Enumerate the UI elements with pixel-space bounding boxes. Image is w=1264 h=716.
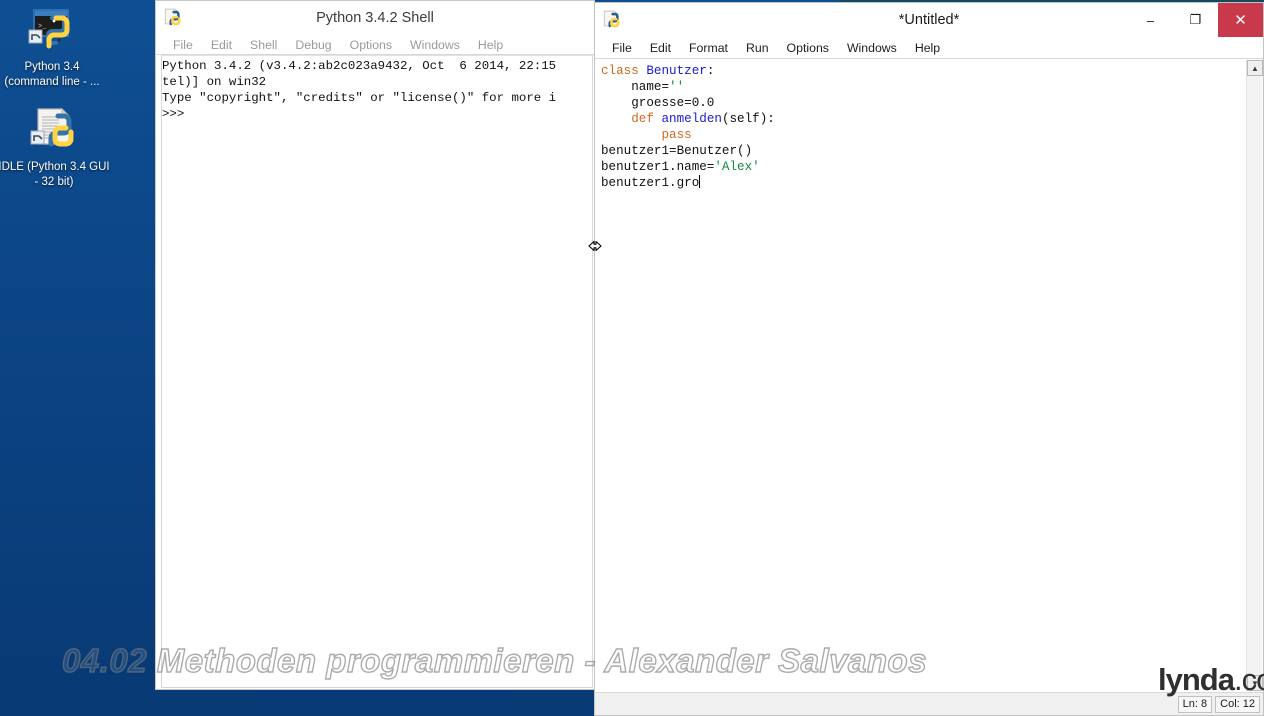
maximize-button[interactable]: ❐ <box>1173 3 1218 37</box>
editor-menu-help[interactable]: Help <box>906 39 949 57</box>
editor-titlebar[interactable]: *Untitled* – ❐ ✕ <box>595 3 1263 37</box>
editor-menu-file[interactable]: File <box>603 39 641 57</box>
text-cursor <box>699 175 701 188</box>
shell-menu-shell[interactable]: Shell <box>241 36 286 54</box>
shell-menubar[interactable]: File Edit Shell Debug Options Windows He… <box>156 35 594 55</box>
close-button[interactable]: ✕ <box>1218 3 1263 37</box>
code-token: anmelden <box>661 112 722 126</box>
minimize-button[interactable]: – <box>1128 3 1173 37</box>
shell-menu-file[interactable]: File <box>164 36 202 54</box>
python-idle-icon <box>161 7 183 29</box>
code-token: benutzer1=Benutzer() <box>601 144 753 158</box>
shell-menu-options[interactable]: Options <box>341 36 401 54</box>
scroll-down-arrow-icon[interactable]: ▼ <box>1247 675 1263 691</box>
editor-menu-format[interactable]: Format <box>680 39 737 57</box>
status-column-number: Col: 12 <box>1215 695 1260 713</box>
shell-menu-windows[interactable]: Windows <box>401 36 469 54</box>
desktop-icon-idle[interactable]: IDLE (Python 3.4 GUI - 32 bit) <box>0 104 129 190</box>
editor-menu-options[interactable]: Options <box>778 39 838 57</box>
idle-editor-window[interactable]: *Untitled* – ❐ ✕ File Edit Format Run Op… <box>594 2 1264 716</box>
code-token: benutzer1.gro <box>601 176 700 190</box>
code-token: name= <box>631 80 670 94</box>
desktop-icon-python-command-line[interactable]: >_ Python 3.4 (command line - ... <box>0 4 127 90</box>
code-token: def <box>631 112 662 126</box>
status-line-number: Ln: 8 <box>1177 695 1213 713</box>
editor-menu-windows[interactable]: Windows <box>838 39 906 57</box>
desktop-icon-label: IDLE (Python 3.4 GUI - 32 bit) <box>0 161 110 188</box>
python-idle-icon <box>28 104 80 156</box>
editor-status-bar: Ln: 8 Col: 12 <box>595 692 1263 715</box>
shell-output-text: Python 3.4.2 (v3.4.2:ab2c023a9432, Oct 6… <box>162 59 557 121</box>
shell-window-title: Python 3.4.2 Shell <box>316 10 434 26</box>
python-shell-window[interactable]: Python 3.4.2 Shell File Edit Shell Debug… <box>155 0 595 690</box>
window-controls: – ❐ ✕ <box>1128 3 1263 37</box>
code-token: class <box>601 64 647 78</box>
code-token: benutzer1.name= <box>601 160 715 174</box>
scroll-up-arrow-icon[interactable]: ▲ <box>1247 60 1263 76</box>
shell-output-area[interactable]: Python 3.4.2 (v3.4.2:ab2c023a9432, Oct 6… <box>162 55 592 687</box>
python-console-icon: >_ <box>26 4 78 56</box>
editor-text-area[interactable]: class Benutzer: name='' groesse=0.0 def … <box>595 60 1263 691</box>
shell-menu-edit[interactable]: Edit <box>202 36 241 54</box>
editor-vertical-scrollbar[interactable]: ▲ ▼ <box>1246 60 1263 691</box>
code-token: Benutzer <box>646 64 707 78</box>
editor-source-code: class Benutzer: name='' groesse=0.0 def … <box>599 60 1245 191</box>
editor-menubar[interactable]: File Edit Format Run Options Windows Hel… <box>595 37 1263 59</box>
code-token: : <box>706 64 715 78</box>
editor-code-container[interactable]: class Benutzer: name='' groesse=0.0 def … <box>599 60 1245 691</box>
code-token: 'Alex' <box>714 160 760 174</box>
code-token: '' <box>669 80 685 94</box>
horizontal-resize-cursor-icon <box>584 238 606 254</box>
code-token: pass <box>661 128 692 142</box>
desktop-icon-label: Python 3.4 (command line - ... <box>4 61 100 88</box>
editor-menu-edit[interactable]: Edit <box>641 39 680 57</box>
shell-menu-debug[interactable]: Debug <box>286 36 340 54</box>
shell-titlebar[interactable]: Python 3.4.2 Shell <box>156 1 594 35</box>
code-token: (self): <box>721 112 775 126</box>
python-idle-icon <box>600 9 622 31</box>
code-token: groesse=0.0 <box>631 96 715 110</box>
editor-menu-run[interactable]: Run <box>737 39 778 57</box>
shell-menu-help[interactable]: Help <box>469 36 512 54</box>
